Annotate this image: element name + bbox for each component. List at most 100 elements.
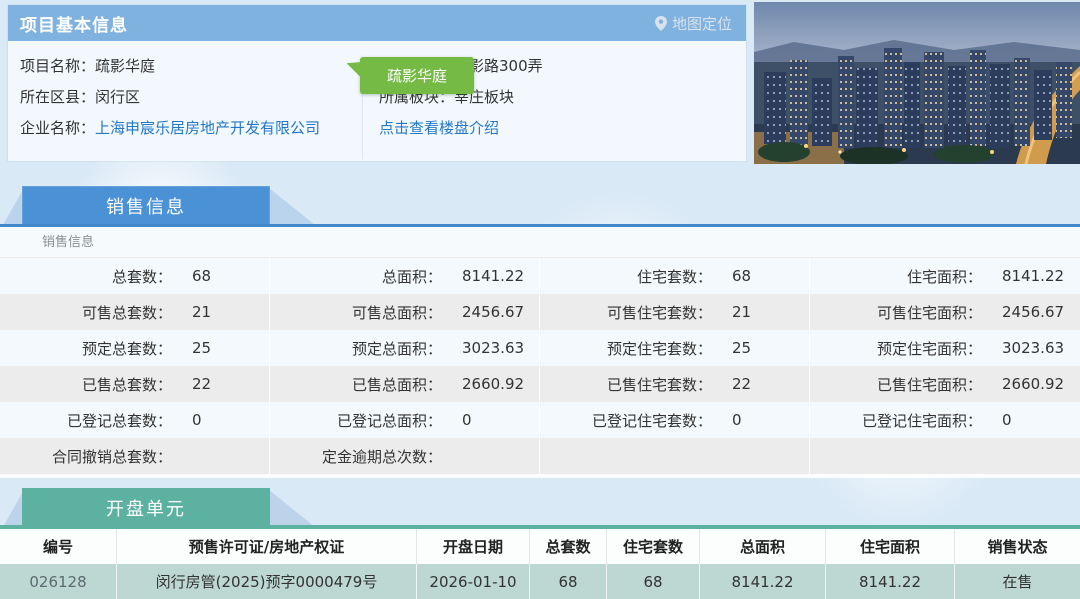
field-label: 可售住宅套数： xyxy=(606,303,712,322)
sales-field: 已登记住宅套数： 0 xyxy=(540,402,810,438)
field-label: 可售住宅面积： xyxy=(876,303,982,322)
field-label: 已售总面积： xyxy=(351,375,442,394)
sales-field: 已登记总套数： 0 xyxy=(0,402,270,438)
field-label: 已登记住宅套数： xyxy=(591,411,712,430)
field-label: 总套数： xyxy=(111,267,172,286)
field-value: 22 xyxy=(192,375,212,393)
district-label: 所在区县： xyxy=(20,88,96,106)
project-name-value: 疏影华庭 xyxy=(95,57,156,75)
cell-res-area: 8141.22 xyxy=(826,564,955,599)
tab-flank-right xyxy=(269,188,315,225)
field-value: 0 xyxy=(192,411,202,429)
col-header-total-area: 总面积 xyxy=(700,529,826,564)
tooltip-tail xyxy=(345,60,363,78)
sales-row-available: 可售总套数： 21 可售总面积： 2456.67 可售住宅套数： 21 可售住宅面积：… xyxy=(0,294,1080,330)
sales-info-panel: 销售信息 总套数： 68 总面积： 8141.22 住宅套数： 68 住宅面积： 814… xyxy=(0,227,1080,478)
opening-units-table: 编号 预售许可证/房地产权证 开盘日期 总套数 住宅套数 总面积 住宅面积 销售… xyxy=(0,529,1080,599)
tab-flank-right xyxy=(269,490,315,527)
field-value: 25 xyxy=(192,339,212,357)
field-label: 预定总套数： xyxy=(81,339,172,358)
field-value: 0 xyxy=(462,411,472,429)
project-photo xyxy=(754,2,1080,164)
page: 项目基本信息 地图定位 项目名称： 疏影华庭 所在区县： 闵行区 企业名称： 上… xyxy=(0,0,1080,599)
sales-field: 已售住宅套数： 22 xyxy=(540,366,810,402)
sales-field: 住宅面积： 8141.22 xyxy=(810,258,1080,294)
sales-tab-title: 销售信息 xyxy=(22,186,270,225)
field-label: 总面积： xyxy=(381,267,442,286)
project-info-left-column: 项目名称： 疏影华庭 所在区县： 闵行区 企业名称： 上海申宸乐居房地产开发有限… xyxy=(8,55,362,161)
field-value: 2456.67 xyxy=(462,303,525,321)
sales-field: 合同撤销总套数： xyxy=(0,438,270,474)
col-header-status: 销售状态 xyxy=(987,538,1048,556)
cell-date: 2026-01-10 xyxy=(417,564,530,599)
sales-field: 住宅套数： 68 xyxy=(540,258,810,294)
tooltip-text: 疏影华庭 xyxy=(386,67,447,85)
sales-section-tab: 销售信息 xyxy=(0,186,1080,225)
map-pin-icon xyxy=(654,15,667,31)
col-header-date: 开盘日期 xyxy=(417,529,530,564)
project-name-field: 项目名称： 疏影华庭 xyxy=(20,55,362,86)
sales-field: 预定住宅套数： 25 xyxy=(540,330,810,366)
cell-res-units: 68 xyxy=(607,564,700,599)
field-value: 68 xyxy=(732,267,752,285)
field-value: 3023.63 xyxy=(462,339,525,357)
sales-field: 可售总套数： 21 xyxy=(0,294,270,330)
tab-flank-left xyxy=(3,490,24,527)
field-label: 住宅套数： xyxy=(636,267,712,286)
cell-total-units: 68 xyxy=(530,564,607,599)
sales-field xyxy=(810,438,1080,474)
project-info-header: 项目基本信息 地图定位 xyxy=(8,5,746,41)
sales-row-sold: 已售总套数： 22 已售总面积： 2660.92 已售住宅套数： 22 已售住宅面积：… xyxy=(0,366,1080,402)
field-label: 可售总面积： xyxy=(351,303,442,322)
field-value: 3023.63 xyxy=(1002,339,1065,357)
sales-field: 可售住宅套数： 21 xyxy=(540,294,810,330)
field-value: 0 xyxy=(732,411,742,429)
sales-field: 已登记住宅面积： 0 xyxy=(810,402,1080,438)
cell-license: 闵行房管(2025)预字0000479号 xyxy=(117,564,417,599)
sales-field: 可售总面积： 2456.67 xyxy=(270,294,540,330)
col-header-total-units: 总套数 xyxy=(530,529,607,564)
field-value: 22 xyxy=(732,375,752,393)
map-locate-label: 地图定位 xyxy=(671,14,732,33)
project-name-label: 项目名称： xyxy=(20,57,96,75)
col-header-license: 预售许可证/房地产权证 xyxy=(117,529,417,564)
company-link[interactable]: 上海申宸乐居房地产开发有限公司 xyxy=(95,117,320,139)
project-info-body: 项目名称： 疏影华庭 所在区县： 闵行区 企业名称： 上海申宸乐居房地产开发有限… xyxy=(8,41,746,161)
district-value: 闵行区 xyxy=(95,88,141,106)
field-value: 2456.67 xyxy=(1002,303,1065,321)
field-value: 21 xyxy=(732,303,752,321)
col-header-id: 编号 xyxy=(0,529,117,564)
field-label: 已售住宅套数： xyxy=(606,375,712,394)
field-label: 已售总套数： xyxy=(81,375,172,394)
sales-field xyxy=(540,438,810,474)
sales-field: 预定总套数： 25 xyxy=(0,330,270,366)
sales-field: 定金逾期总次数： xyxy=(270,438,540,474)
field-value: 8141.22 xyxy=(462,267,525,285)
field-value: 2660.92 xyxy=(462,375,525,393)
table-row[interactable]: 026128 闵行房管(2025)预字0000479号 2026-01-10 6… xyxy=(0,564,1080,599)
cell-id: 026128 xyxy=(0,564,117,599)
sales-field: 已售住宅面积： 2660.92 xyxy=(810,366,1080,402)
field-label: 预定住宅面积： xyxy=(876,339,982,358)
field-label: 住宅面积： xyxy=(906,267,982,286)
field-label: 已售住宅面积： xyxy=(876,375,982,394)
company-label: 企业名称： xyxy=(20,119,96,137)
sales-field: 预定住宅面积： 3023.63 xyxy=(810,330,1080,366)
sales-field: 已登记总面积： 0 xyxy=(270,402,540,438)
field-value: 68 xyxy=(192,267,212,285)
company-field: 企业名称： 上海申宸乐居房地产开发有限公司 xyxy=(20,117,362,148)
city-skyline-image xyxy=(754,2,1080,164)
sales-field: 已售总面积： 2660.92 xyxy=(270,366,540,402)
field-value: 0 xyxy=(1002,411,1012,429)
map-locate-link[interactable]: 地图定位 xyxy=(654,13,732,34)
field-label: 定金逾期总次数： xyxy=(321,447,442,466)
panel-title: 项目基本信息 xyxy=(20,15,128,36)
district-field: 所在区县： 闵行区 xyxy=(20,86,362,117)
sales-field: 可售住宅面积： 2456.67 xyxy=(810,294,1080,330)
field-value: 8141.22 xyxy=(1002,267,1065,285)
opening-section-tab: 开盘单元 xyxy=(0,488,1080,527)
table-header-row: 编号 预售许可证/房地产权证 开盘日期 总套数 住宅套数 总面积 住宅面积 销售… xyxy=(0,529,1080,564)
building-intro-link[interactable]: 点击查看楼盘介绍 xyxy=(379,117,499,139)
project-info-panel: 项目基本信息 地图定位 项目名称： 疏影华庭 所在区县： 闵行区 企业名称： 上… xyxy=(8,5,746,161)
sales-subtitle: 销售信息 xyxy=(0,227,1080,258)
